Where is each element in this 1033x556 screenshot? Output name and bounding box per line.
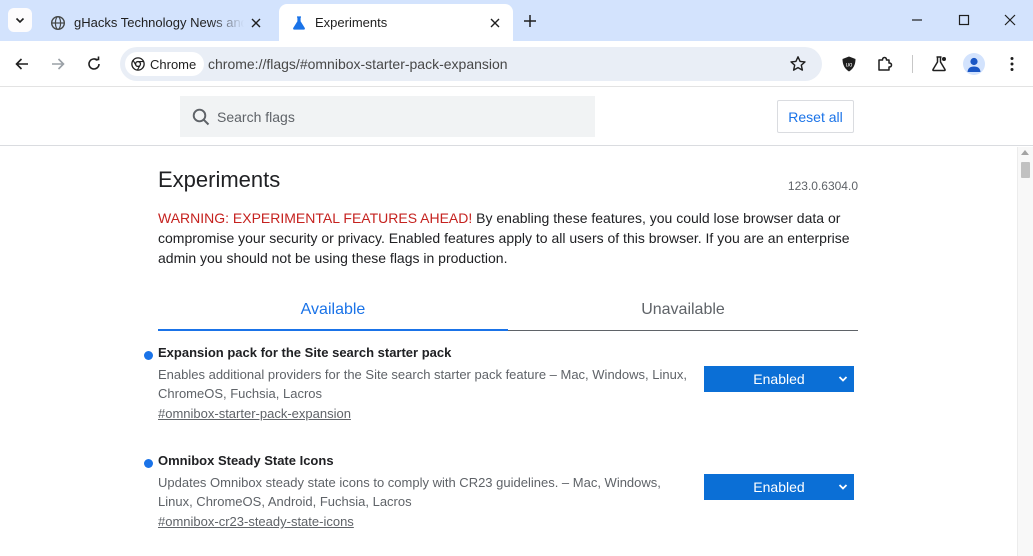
reset-all-button[interactable]: Reset all bbox=[777, 100, 854, 133]
experiment-description: Enables additional providers for the Sit… bbox=[158, 367, 687, 401]
tab-strip: gHacks Technology News and Experiments bbox=[0, 0, 1033, 41]
modified-indicator bbox=[144, 351, 153, 360]
chip-label: Chrome bbox=[150, 56, 197, 72]
back-button[interactable] bbox=[8, 50, 36, 78]
forward-button[interactable] bbox=[44, 50, 72, 78]
url-text[interactable]: chrome://flags/#omnibox-starter-pack-exp… bbox=[208, 56, 508, 72]
minimize-button[interactable] bbox=[905, 8, 929, 32]
site-info-chip[interactable]: Chrome bbox=[125, 52, 205, 76]
experiment-description: Updates Omnibox steady state icons to co… bbox=[158, 475, 661, 509]
tab-title: gHacks Technology News and bbox=[74, 15, 244, 30]
arrow-left-icon bbox=[15, 58, 28, 70]
browser-window: gHacks Technology News and Experiments C… bbox=[0, 0, 1033, 556]
experiment-name: Omnibox Steady State Icons bbox=[158, 453, 334, 468]
maximize-button[interactable] bbox=[952, 8, 976, 32]
scroll-up-arrow-icon[interactable] bbox=[1021, 150, 1029, 155]
tab-title: Experiments bbox=[315, 15, 388, 30]
page-scrollbar[interactable] bbox=[1017, 147, 1033, 556]
tab-available[interactable]: Available bbox=[158, 290, 508, 331]
globe-icon bbox=[50, 15, 66, 31]
close-icon bbox=[1004, 14, 1016, 26]
tab-experiments[interactable]: Experiments bbox=[279, 4, 513, 41]
experiment-item: Omnibox Steady State Icons Updates Omnib… bbox=[142, 453, 858, 553]
reload-button[interactable] bbox=[80, 50, 108, 78]
ublock-extension-button[interactable]: uo bbox=[837, 52, 861, 76]
search-icon bbox=[192, 108, 210, 125]
more-vert-icon bbox=[1010, 57, 1014, 71]
star-icon bbox=[790, 56, 806, 71]
labs-button[interactable] bbox=[927, 52, 951, 76]
omnibox[interactable]: Chrome chrome://flags/#omnibox-starter-p… bbox=[120, 47, 822, 81]
extensions-button[interactable] bbox=[873, 52, 897, 76]
scrollbar-thumb[interactable] bbox=[1021, 162, 1030, 178]
select-value: Enabled bbox=[753, 479, 805, 495]
experiment-state-select[interactable]: Enabled bbox=[704, 366, 854, 392]
maximize-icon bbox=[958, 14, 970, 26]
browser-toolbar: Chrome chrome://flags/#omnibox-starter-p… bbox=[0, 41, 1033, 87]
warning-message: WARNING: EXPERIMENTAL FEATURES AHEAD! By… bbox=[158, 208, 858, 268]
minimize-icon bbox=[912, 19, 922, 21]
tab-ghacks[interactable]: gHacks Technology News and bbox=[38, 4, 274, 41]
close-window-button[interactable] bbox=[998, 8, 1022, 32]
flags-header: Reset all bbox=[0, 88, 1033, 146]
version-label: 123.0.6304.0 bbox=[787, 179, 858, 193]
experiment-item: Expansion pack for the Site search start… bbox=[142, 345, 858, 445]
flags-tabs: Available Unavailable bbox=[158, 290, 858, 331]
new-tab-button[interactable] bbox=[518, 9, 542, 33]
close-tab-icon[interactable] bbox=[483, 11, 507, 35]
search-flags-input[interactable] bbox=[217, 108, 577, 125]
close-tab-icon[interactable] bbox=[244, 11, 268, 35]
experiment-name: Expansion pack for the Site search start… bbox=[158, 345, 452, 360]
modified-indicator bbox=[144, 459, 153, 468]
person-icon bbox=[967, 57, 981, 72]
tab-unavailable[interactable]: Unavailable bbox=[508, 290, 858, 330]
flags-search-box[interactable] bbox=[180, 96, 595, 137]
puzzle-icon bbox=[878, 56, 893, 71]
flags-content: Experiments 123.0.6304.0 WARNING: EXPERI… bbox=[0, 147, 1017, 556]
select-value: Enabled bbox=[753, 371, 805, 387]
arrow-right-icon bbox=[52, 58, 65, 70]
chevron-down-icon bbox=[838, 484, 848, 490]
experiment-state-select[interactable]: Enabled bbox=[704, 474, 854, 500]
chrome-menu-button[interactable] bbox=[1000, 52, 1024, 76]
chevron-down-icon bbox=[15, 17, 25, 24]
chrome-logo-icon bbox=[131, 57, 145, 71]
warning-label: WARNING: EXPERIMENTAL FEATURES AHEAD! bbox=[158, 210, 473, 226]
labs-flask-icon bbox=[932, 56, 946, 72]
shield-icon: uo bbox=[842, 56, 856, 72]
experiment-permalink[interactable]: #omnibox-starter-pack-expansion bbox=[158, 406, 351, 421]
bookmark-star-button[interactable] bbox=[786, 52, 810, 76]
flask-icon bbox=[291, 15, 307, 31]
reload-icon bbox=[88, 56, 100, 70]
experiment-permalink[interactable]: #omnibox-cr23-steady-state-icons bbox=[158, 514, 354, 529]
plus-icon bbox=[524, 15, 536, 27]
profile-avatar[interactable] bbox=[963, 53, 985, 75]
tab-search-button[interactable] bbox=[8, 8, 32, 32]
svg-text:uo: uo bbox=[846, 63, 853, 69]
page-title: Experiments bbox=[158, 167, 281, 192]
toolbar-separator bbox=[912, 55, 913, 73]
chevron-down-icon bbox=[838, 376, 848, 382]
